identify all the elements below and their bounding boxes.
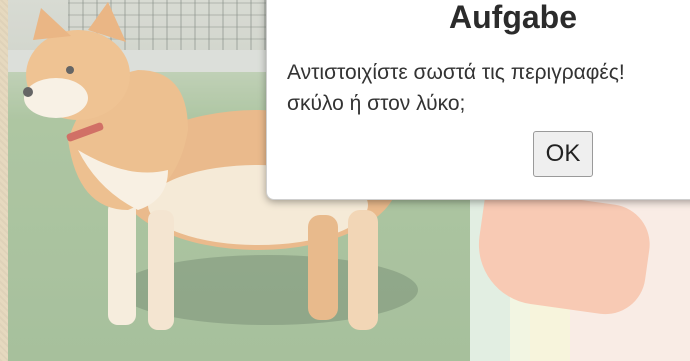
- alert-dialog: Aufgabe Αντιστοιχίστε σωστά τις περιγραφ…: [266, 0, 690, 200]
- side-tint: [470, 190, 690, 361]
- ok-button[interactable]: OK: [533, 131, 593, 177]
- dialog-message: Αντιστοιχίστε σωστά τις περιγραφές! σκύλ…: [287, 61, 625, 115]
- side-illustration: [470, 186, 690, 361]
- dialog-title: Aufgabe: [449, 0, 577, 35]
